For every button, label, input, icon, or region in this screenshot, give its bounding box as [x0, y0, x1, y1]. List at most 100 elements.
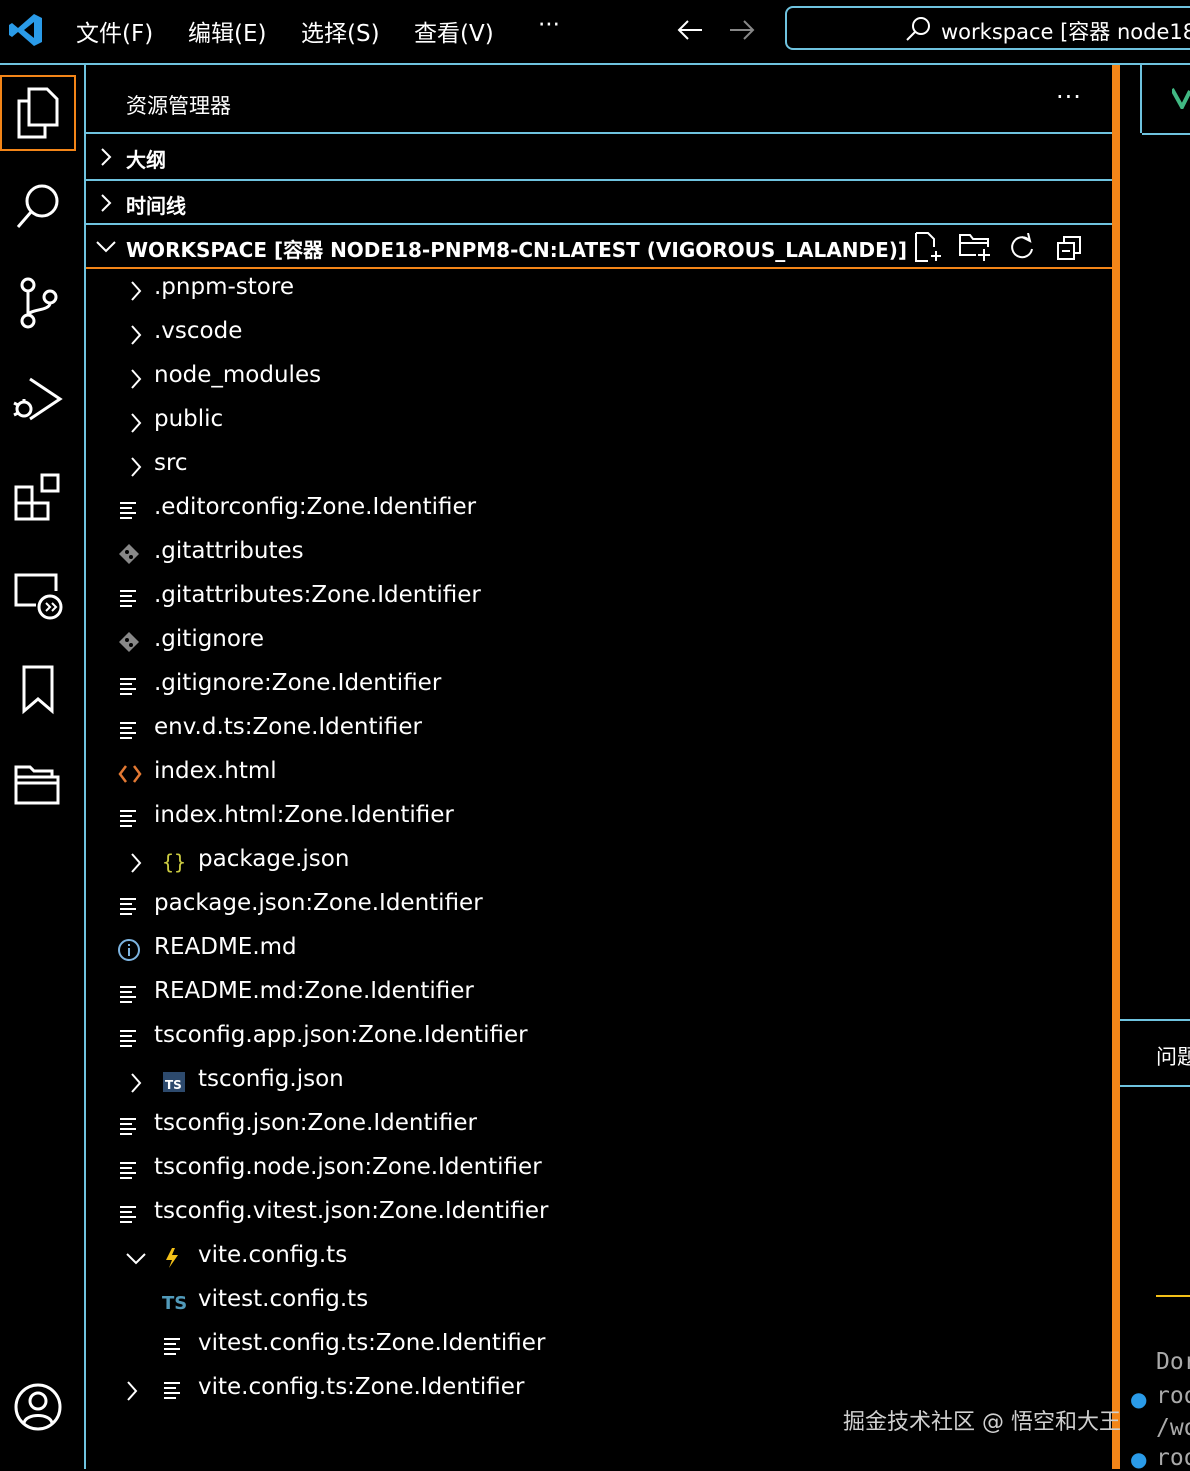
sidebar-more-button[interactable]: ···	[1056, 83, 1082, 111]
chevron-right-icon[interactable]	[124, 851, 148, 875]
tree-item[interactable]: src	[86, 443, 1112, 487]
menu-edit[interactable]: 编辑(E)	[188, 14, 266, 48]
chevron-down-icon	[96, 241, 116, 253]
remote-explorer-activity[interactable]	[0, 557, 76, 633]
tree-item[interactable]: .gitattributes	[86, 531, 1112, 575]
tree-item[interactable]: .gitattributes:Zone.Identifier	[86, 575, 1112, 619]
project-manager-activity[interactable]	[0, 747, 76, 823]
section-workspace-label: WORKSPACE [容器 NODE18-PNPM8-CN:LATEST (VI…	[126, 238, 908, 262]
sidebar-title: 资源管理器	[126, 94, 231, 118]
tree-item[interactable]: tsconfig.json:Zone.Identifier	[86, 1103, 1112, 1147]
tree-item-label: vitest.config.ts	[198, 1286, 369, 1312]
svg-text:TS: TS	[165, 1078, 182, 1092]
tree-item[interactable]: .editorconfig:Zone.Identifier	[86, 487, 1112, 531]
tree-item[interactable]: .pnpm-store	[86, 267, 1112, 311]
tree-item-label: .editorconfig:Zone.Identifier	[154, 494, 477, 520]
chevron-right-icon[interactable]	[124, 279, 148, 303]
tree-item[interactable]: index.html:Zone.Identifier	[86, 795, 1112, 839]
terminal-line: roo	[1156, 1445, 1190, 1471]
tree-item[interactable]: vite.config.ts	[86, 1235, 1112, 1279]
menu-view[interactable]: 查看(V)	[414, 14, 494, 48]
tree-item[interactable]: vitest.config.ts:Zone.Identifier	[86, 1323, 1112, 1367]
lines-icon	[120, 678, 136, 695]
tab-divider	[1142, 133, 1190, 135]
account-icon	[14, 1383, 62, 1431]
tree-item[interactable]: package.json:Zone.Identifier	[86, 883, 1112, 927]
refresh-icon[interactable]	[1008, 233, 1036, 261]
tree-item-label: src	[154, 450, 188, 476]
info-icon	[118, 939, 140, 961]
sash-focus-border[interactable]	[1112, 65, 1120, 1469]
chevron-right-icon[interactable]	[124, 323, 148, 347]
html-icon	[118, 765, 142, 783]
tree-item-label: tsconfig.node.json:Zone.Identifier	[154, 1154, 542, 1180]
tree-item[interactable]: {} package.json	[86, 839, 1112, 883]
tree-item[interactable]: node_modules	[86, 355, 1112, 399]
menu-selection[interactable]: 选择(S)	[301, 14, 380, 48]
menu-more-button[interactable]: ···	[538, 12, 560, 38]
search-activity[interactable]	[0, 169, 76, 245]
bookmarks-activity[interactable]	[0, 651, 76, 727]
title-bar: 文件(F) 编辑(E) 选择(S) 查看(V) ··· workspace [容…	[0, 0, 1190, 62]
accounts-activity[interactable]	[0, 1369, 76, 1445]
tree-item[interactable]: .gitignore	[86, 619, 1112, 663]
tree-item[interactable]: .gitignore:Zone.Identifier	[86, 663, 1112, 707]
search-text: workspace [容器 node18-pnpm8-cn:latest (vi…	[941, 20, 1190, 44]
tree-item[interactable]: env.d.ts:Zone.Identifier	[86, 707, 1112, 751]
extensions-icon	[14, 473, 60, 521]
section-timeline-label: 时间线	[126, 194, 186, 218]
tab-divider	[1140, 65, 1142, 133]
new-folder-icon[interactable]	[958, 231, 992, 263]
extensions-activity[interactable]	[0, 459, 76, 535]
back-arrow-icon[interactable]	[676, 18, 704, 42]
tree-item[interactable]: TS tsconfig.json	[86, 1059, 1112, 1103]
source-control-activity[interactable]	[0, 265, 76, 341]
tree-item[interactable]: index.html	[86, 751, 1112, 795]
tree-item[interactable]: public	[86, 399, 1112, 443]
tree-item[interactable]: .vscode	[86, 311, 1112, 355]
typescript-icon: TS	[162, 1293, 187, 1313]
chevron-right-icon	[101, 148, 112, 166]
tree-item[interactable]: README.md:Zone.Identifier	[86, 971, 1112, 1015]
explorer-activity[interactable]	[0, 75, 76, 151]
terminal-line: /wo	[1156, 1415, 1190, 1441]
tree-item-label: public	[154, 406, 224, 432]
explorer-sidebar: 资源管理器 ··· 大纲 时间线 WORKSPACE [容器 NODE18-PN…	[86, 65, 1112, 1469]
tree-item[interactable]: tsconfig.app.json:Zone.Identifier	[86, 1015, 1112, 1059]
chevron-right-icon[interactable]	[124, 411, 148, 435]
chevron-right-icon[interactable]	[124, 1071, 148, 1095]
chevron-right-icon[interactable]	[124, 455, 148, 479]
tree-item[interactable]: TS vitest.config.ts	[86, 1279, 1112, 1323]
command-center-search[interactable]: workspace [容器 node18-pnpm8-cn:latest (vi…	[785, 6, 1190, 50]
vite-icon	[166, 1248, 178, 1268]
vscode-logo-icon	[9, 14, 42, 46]
run-debug-activity[interactable]	[0, 361, 76, 437]
tree-item[interactable]: tsconfig.vitest.json:Zone.Identifier	[86, 1191, 1112, 1235]
section-outline[interactable]: 大纲	[86, 135, 1112, 179]
section-workspace[interactable]: WORKSPACE [容器 NODE18-PNPM8-CN:LATEST (VI…	[86, 225, 1112, 269]
panel-divider	[1120, 1085, 1190, 1087]
collapse-all-icon[interactable]	[1056, 233, 1084, 261]
source-control-icon	[20, 277, 58, 329]
panel-tab-problems[interactable]: 问题	[1156, 1041, 1190, 1071]
tree-item-label: tsconfig.app.json:Zone.Identifier	[154, 1022, 528, 1048]
tree-item-label: .gitattributes:Zone.Identifier	[154, 582, 481, 608]
tree-item[interactable]: README.md	[86, 927, 1112, 971]
search-icon	[906, 17, 930, 41]
terminal-dot-icon: ●	[1130, 1387, 1148, 1411]
forward-arrow-icon[interactable]	[728, 18, 756, 42]
menu-file[interactable]: 文件(F)	[76, 14, 153, 48]
tree-item-label: .vscode	[154, 318, 243, 344]
svg-text:TS: TS	[162, 1293, 187, 1313]
tree-item[interactable]: tsconfig.node.json:Zone.Identifier	[86, 1147, 1112, 1191]
new-file-icon[interactable]	[912, 231, 944, 263]
tree-item-label: vite.config.ts:Zone.Identifier	[198, 1374, 525, 1400]
chevron-right-icon[interactable]	[120, 1379, 144, 1403]
section-timeline[interactable]: 时间线	[86, 181, 1112, 225]
tree-item-label: vite.config.ts	[198, 1242, 348, 1268]
chevron-right-icon[interactable]	[124, 367, 148, 391]
file-tree: .pnpm-store .vscode node_modulespublic src.…	[86, 267, 1112, 1467]
tree-item-label: .gitignore:Zone.Identifier	[154, 670, 442, 696]
chevron-down-icon[interactable]	[124, 1247, 148, 1271]
lines-icon	[120, 898, 136, 915]
